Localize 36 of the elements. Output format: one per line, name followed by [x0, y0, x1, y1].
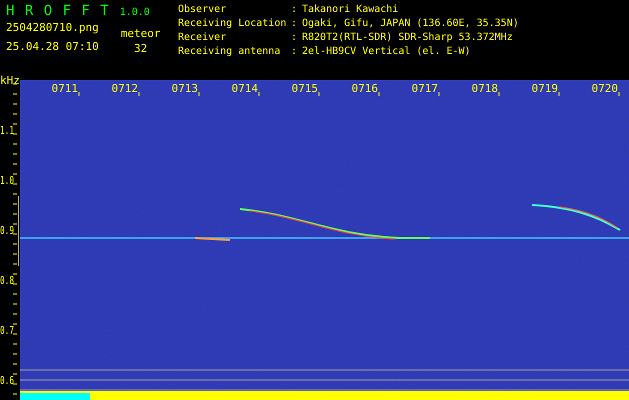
time-label: 0718: [472, 82, 498, 95]
frequency-label: 0.9: [0, 224, 20, 237]
info-colon: :: [291, 18, 298, 31]
meteor-label: meteor: [120, 27, 160, 40]
frequency-label: 0.8: [0, 274, 20, 287]
app-name: H R O F F T: [6, 3, 110, 19]
meteor-count: 32: [134, 42, 148, 55]
info-value: 2el-HB9CV Vertical (el. E-W): [302, 46, 472, 59]
axis-unit-label: kHz: [0, 74, 20, 87]
frequency-label: 1.1: [0, 124, 20, 137]
time-label: 0715: [292, 82, 318, 95]
time-label: 0714: [232, 82, 258, 95]
info-value: R820T2(RTL-SDR) SDR-Sharp 53.372MHz: [302, 32, 514, 45]
time-label: 0720: [592, 82, 618, 95]
time-label: 0719: [532, 82, 558, 95]
time-label: 0713: [172, 82, 198, 95]
version-label: 1.0.0: [120, 7, 150, 18]
info-value: Ogaki, Gifu, JAPAN (136.60E, 35.35N): [302, 18, 519, 31]
info-value: Takanori Kawachi: [302, 4, 400, 17]
info-label: Receiving antenna: [178, 46, 282, 59]
frequency-label: 0.7: [0, 324, 20, 337]
info-colon: :: [291, 46, 298, 59]
time-label: 0717: [412, 82, 438, 95]
info-colon: :: [291, 32, 298, 45]
info-label: Receiving Location: [178, 18, 288, 31]
info-label: Observer: [178, 4, 228, 17]
time-label: 0711: [52, 82, 78, 95]
time-label: 0712: [112, 82, 138, 95]
range-marker-line: [18, 196, 19, 266]
frequency-label: 0.6: [0, 374, 20, 387]
filename-label: 2504280710.png: [6, 21, 99, 34]
frequency-label: 1.0: [0, 174, 20, 187]
datetime-label: 25.04.28 07:10: [6, 40, 99, 53]
info-label: Receiver: [178, 32, 228, 45]
time-label: 0716: [352, 82, 378, 95]
info-colon: :: [291, 4, 298, 17]
